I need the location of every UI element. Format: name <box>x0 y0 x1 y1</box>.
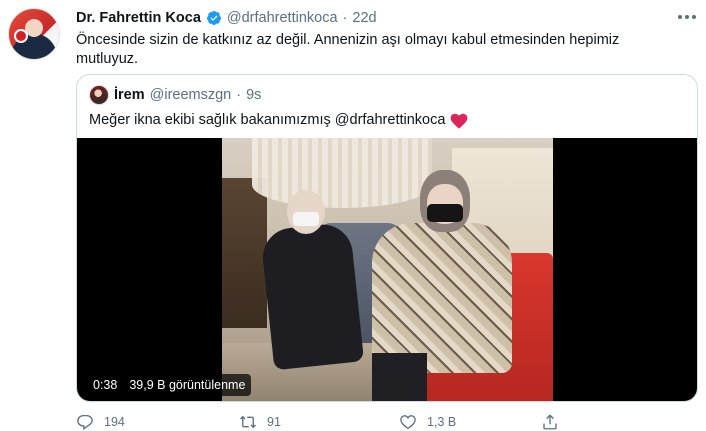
tweet-actions: 194 91 1,3 B <box>76 412 557 431</box>
video-thumbnail <box>222 138 553 401</box>
retweet-icon <box>240 416 256 428</box>
video-view-count: 39,9 B görüntülenme <box>129 378 246 392</box>
quoted-tweet-header: İrem @ireemszgn · 9s <box>89 85 261 105</box>
author-handle[interactable]: @drfahrettinkoca <box>227 10 338 26</box>
share-icon <box>543 414 557 430</box>
reply-icon <box>77 414 93 430</box>
video-player[interactable]: 0:38 39,9 B görüntülenme <box>77 138 697 401</box>
author-name[interactable]: Dr. Fahrettin Koca <box>76 10 201 26</box>
tweet-header: Dr. Fahrettin Koca @drfahrettinkoca · 22… <box>76 8 377 28</box>
verified-badge-icon <box>206 11 221 26</box>
reply-count: 194 <box>104 415 125 429</box>
share-button[interactable] <box>541 413 559 431</box>
quoted-header-separator: · <box>236 87 242 103</box>
quoted-author-handle[interactable]: @ireemszgn <box>150 87 232 103</box>
red-heart-icon <box>451 113 468 129</box>
quoted-tweet-text: Meğer ikna ekibi sağlık bakanımızmış @dr… <box>89 112 446 128</box>
header-separator: · <box>342 10 348 26</box>
retweet-button[interactable]: 91 <box>239 413 281 431</box>
author-avatar[interactable] <box>8 8 60 60</box>
quoted-author-avatar[interactable] <box>89 85 109 105</box>
tweet-timestamp[interactable]: 22d <box>352 10 376 26</box>
avatar-logo <box>14 29 28 43</box>
quoted-timestamp[interactable]: 9s <box>246 87 261 103</box>
video-info-badge: 0:38 39,9 B görüntülenme <box>87 374 252 396</box>
video-duration: 0:38 <box>93 378 118 392</box>
like-count: 1,3 B <box>427 415 457 429</box>
like-icon <box>400 415 416 430</box>
tweet-text: Öncesinde sizin de katkınız az değil. An… <box>76 32 620 67</box>
reply-button[interactable]: 194 <box>76 413 125 431</box>
quoted-author-name[interactable]: İrem <box>114 87 145 103</box>
quoted-tweet[interactable]: İrem @ireemszgn · 9s Meğer ikna ekibi sa… <box>76 74 698 402</box>
like-button[interactable]: 1,3 B <box>399 413 456 431</box>
retweet-count: 91 <box>267 415 281 429</box>
more-options-icon[interactable] <box>676 10 698 24</box>
quoted-tweet-text-row: Meğer ikna ekibi sağlık bakanımızmış @dr… <box>89 111 468 130</box>
tweet[interactable]: Dr. Fahrettin Koca @drfahrettinkoca · 22… <box>0 0 706 431</box>
